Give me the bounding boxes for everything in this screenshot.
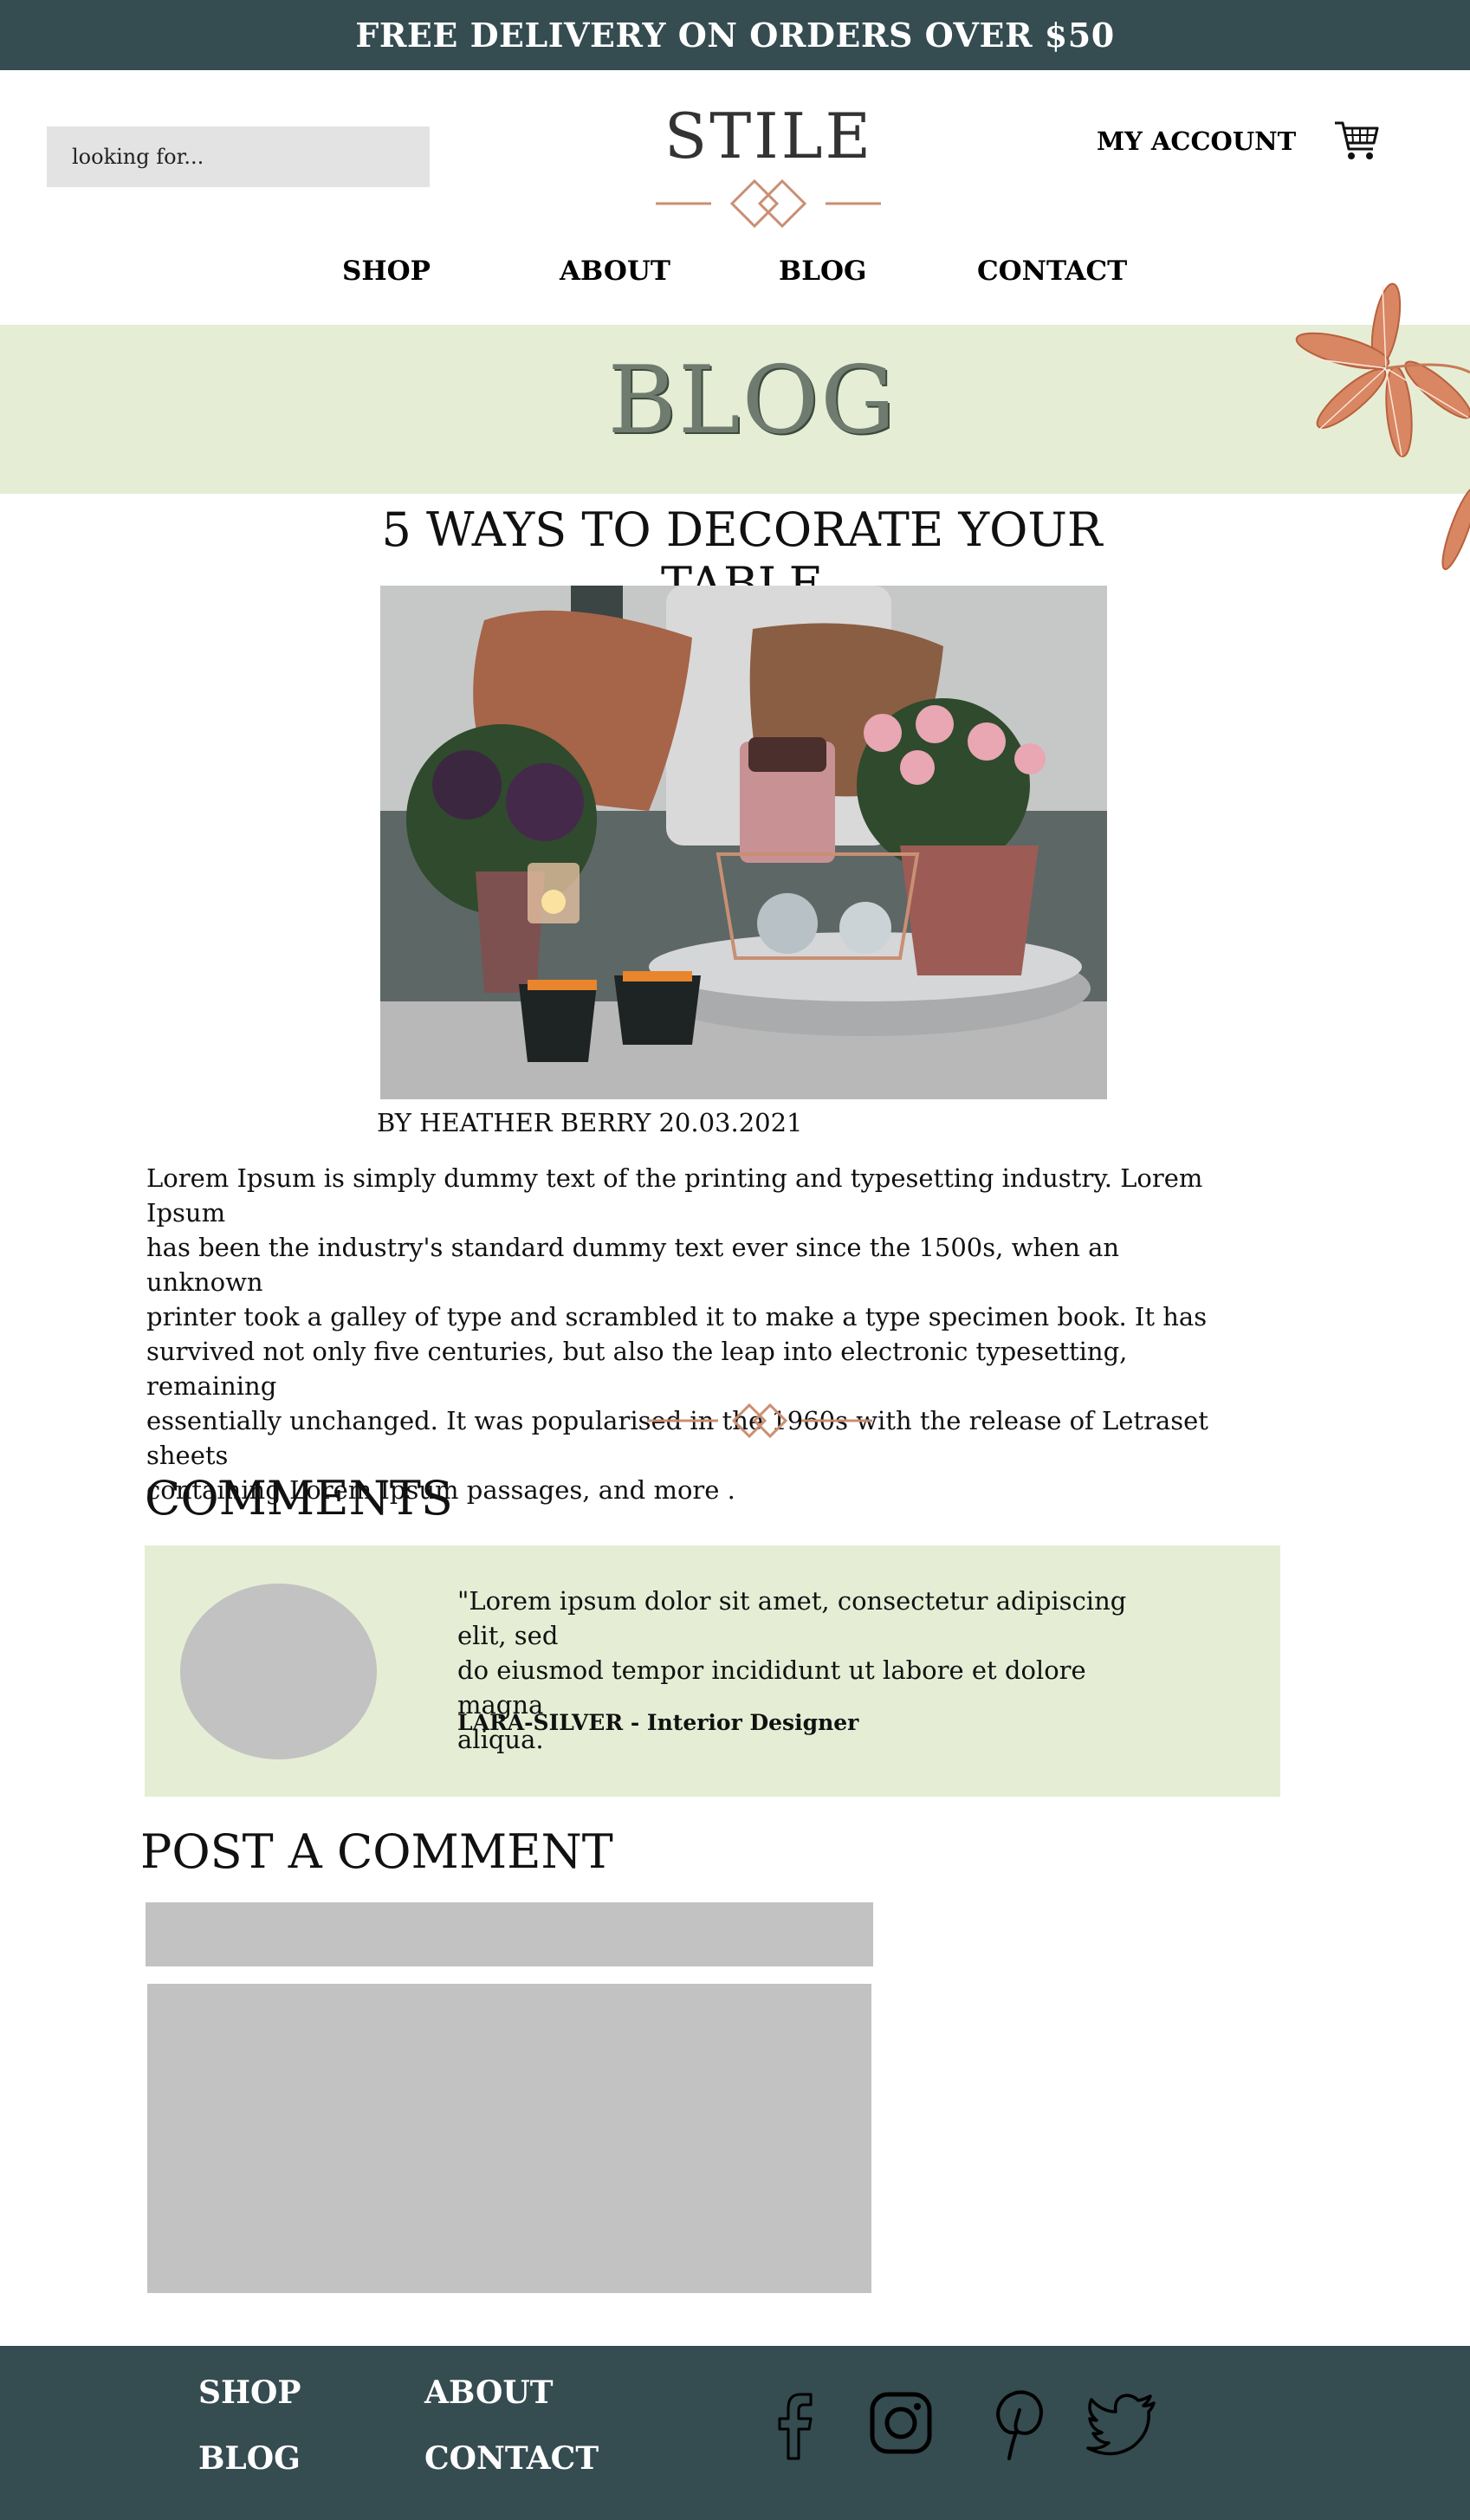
pinterest-icon[interactable] (975, 2384, 1052, 2462)
nav-blog[interactable]: BLOG (779, 256, 866, 287)
facebook-icon[interactable] (755, 2384, 833, 2462)
nav-contact[interactable]: CONTACT (977, 256, 1127, 287)
footer-link-blog[interactable]: BLOG (198, 2440, 301, 2477)
avatar (180, 1584, 377, 1759)
footer-link-contact[interactable]: CONTACT (424, 2440, 599, 2477)
footer-link-about[interactable]: ABOUT (424, 2374, 554, 2411)
post-body-line: has been the industry's standard dummy t… (146, 1233, 1120, 1297)
logo[interactable]: STILE (606, 100, 931, 172)
nav-shop[interactable]: SHOP (342, 256, 431, 287)
nav-about[interactable]: ABOUT (560, 256, 670, 287)
post-byline: BY HEATHER BERRY 20.03.2021 (377, 1108, 803, 1137)
post-body-line: Lorem Ipsum is simply dummy text of the … (146, 1163, 1203, 1228)
comment-author: LARA-SILVER - Interior Designer (457, 1710, 859, 1735)
search-input[interactable] (47, 126, 430, 187)
logo-diamond-ornament (656, 178, 881, 229)
footer (0, 2346, 1470, 2520)
section-divider-ornament (647, 1403, 872, 1439)
free-delivery-banner: FREE DELIVERY ON ORDERS OVER $50 (0, 0, 1470, 70)
footer-link-shop[interactable]: SHOP (198, 2374, 301, 2411)
comments-heading: COMMENTS (145, 1471, 453, 1526)
post-image (380, 586, 1107, 1099)
leaf-decoration (1295, 282, 1470, 571)
shopping-cart-icon[interactable] (1331, 116, 1382, 166)
post-comment-heading: POST A COMMENT (140, 1824, 613, 1879)
post-body: Lorem Ipsum is simply dummy text of the … (146, 1161, 1229, 1507)
banner-text: FREE DELIVERY ON ORDERS OVER $50 (355, 16, 1115, 55)
comment-body-input[interactable] (147, 1984, 871, 2293)
twitter-icon[interactable] (1083, 2384, 1161, 2462)
instagram-icon[interactable] (862, 2384, 940, 2462)
comment-name-input[interactable] (146, 1902, 873, 1966)
comment-text-line: "Lorem ipsum dolor sit amet, consectetur… (457, 1586, 1127, 1650)
my-account-link[interactable]: MY ACCOUNT (1097, 126, 1296, 156)
post-body-line: printer took a galley of type and scramb… (146, 1302, 1208, 1331)
post-body-line: survived not only five centuries, but al… (146, 1337, 1128, 1401)
